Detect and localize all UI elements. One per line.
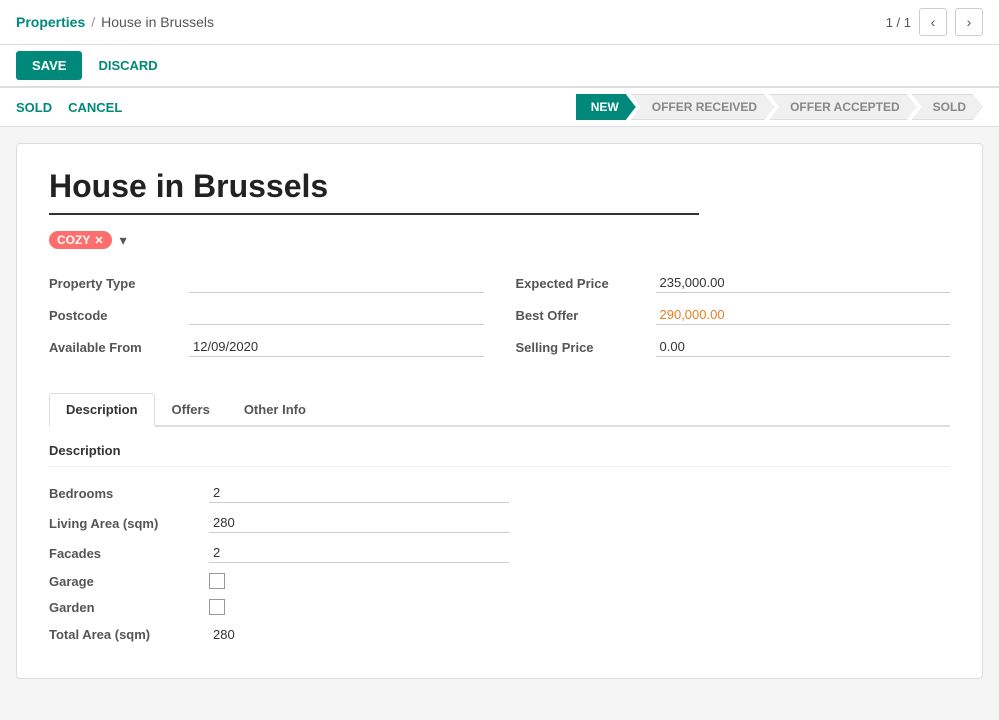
pipeline-step-offer-accepted[interactable]: OFFER ACCEPTED (769, 94, 917, 120)
selling-price-row: Selling Price 0.00 (516, 337, 951, 357)
pagination-info: 1 / 1 (886, 15, 911, 30)
selling-price-label: Selling Price (516, 340, 656, 355)
living-area-label: Living Area (sqm) (49, 516, 209, 531)
bedrooms-row: Bedrooms (49, 483, 509, 503)
tab-description[interactable]: Description (49, 393, 155, 427)
property-type-label: Property Type (49, 276, 189, 291)
pipeline-step-new[interactable]: NEW (576, 94, 636, 120)
cancel-status-button[interactable]: CANCEL (68, 96, 122, 119)
tab-other-info[interactable]: Other Info (227, 393, 323, 427)
top-bar-right: 1 / 1 ‹ › (886, 8, 983, 36)
postcode-input[interactable] (189, 305, 484, 325)
tag-label: COZY (57, 233, 90, 247)
status-bar: SOLD CANCEL NEW OFFER RECEIVED OFFER ACC… (0, 88, 999, 127)
postcode-label: Postcode (49, 308, 189, 323)
pipeline-step-sold[interactable]: SOLD (912, 94, 983, 120)
tag-cozy: COZY ✕ (49, 231, 112, 249)
form-section-left: Property Type Postcode Available From (49, 273, 484, 369)
facades-input[interactable] (209, 543, 509, 563)
form-grid: Property Type Postcode Available From (49, 273, 950, 369)
bedrooms-label: Bedrooms (49, 486, 209, 501)
tags-dropdown-icon[interactable]: ▾ (120, 232, 127, 249)
form-card: House in Brussels COZY ✕ ▾ Property Type (16, 143, 983, 679)
selling-price-value: 0.00 (656, 337, 951, 357)
tab-offers[interactable]: Offers (155, 393, 227, 427)
living-area-input[interactable] (209, 513, 509, 533)
form-section-right: Expected Price Best Offer 290,000.00 Sel… (516, 273, 951, 369)
pipeline: NEW OFFER RECEIVED OFFER ACCEPTED SOLD (576, 94, 983, 120)
tag-remove-icon[interactable]: ✕ (94, 234, 103, 247)
available-from-label: Available From (49, 340, 189, 355)
breadcrumb-sep: / (91, 14, 95, 30)
total-area-label: Total Area (sqm) (49, 627, 209, 642)
pipeline-step-offer-received[interactable]: OFFER RECEIVED (631, 94, 774, 120)
property-type-row: Property Type (49, 273, 484, 293)
next-button[interactable]: › (955, 8, 983, 36)
bedrooms-input[interactable] (209, 483, 509, 503)
discard-button[interactable]: DISCARD (90, 51, 165, 80)
property-type-select[interactable] (189, 273, 484, 293)
breadcrumb-link[interactable]: Properties (16, 14, 85, 30)
available-from-row: Available From (49, 337, 484, 357)
best-offer-value: 290,000.00 (656, 305, 951, 325)
expected-price-input[interactable] (656, 273, 951, 293)
description-fields: Bedrooms Living Area (sqm) Facades Garag… (49, 483, 509, 644)
status-actions: SOLD CANCEL (16, 96, 122, 119)
facades-row: Facades (49, 543, 509, 563)
expected-price-label: Expected Price (516, 276, 656, 291)
top-bar: Properties / House in Brussels 1 / 1 ‹ › (0, 0, 999, 45)
breadcrumb: Properties / House in Brussels (16, 14, 214, 30)
postcode-row: Postcode (49, 305, 484, 325)
facades-label: Facades (49, 546, 209, 561)
living-area-row: Living Area (sqm) (49, 513, 509, 533)
tab-content-description: Description Bedrooms Living Area (sqm) F… (49, 443, 950, 644)
garage-row: Garage (49, 573, 509, 589)
tags-row: COZY ✕ ▾ (49, 231, 950, 249)
garage-label: Garage (49, 574, 209, 589)
action-bar: SAVE DISCARD (0, 45, 999, 88)
breadcrumb-current: House in Brussels (101, 14, 214, 30)
total-area-value: 280 (209, 625, 239, 644)
save-button[interactable]: SAVE (16, 51, 82, 80)
sold-status-button[interactable]: SOLD (16, 96, 52, 119)
garden-label: Garden (49, 600, 209, 615)
expected-price-row: Expected Price (516, 273, 951, 293)
garden-row: Garden (49, 599, 509, 615)
garden-checkbox[interactable] (209, 599, 225, 615)
best-offer-row: Best Offer 290,000.00 (516, 305, 951, 325)
tabs-row: Description Offers Other Info (49, 393, 950, 427)
main-content: House in Brussels COZY ✕ ▾ Property Type (0, 127, 999, 695)
best-offer-label: Best Offer (516, 308, 656, 323)
description-section-title: Description (49, 443, 950, 467)
property-title: House in Brussels (49, 168, 699, 215)
prev-button[interactable]: ‹ (919, 8, 947, 36)
available-from-input[interactable] (189, 337, 484, 357)
total-area-row: Total Area (sqm) 280 (49, 625, 509, 644)
garage-checkbox[interactable] (209, 573, 225, 589)
